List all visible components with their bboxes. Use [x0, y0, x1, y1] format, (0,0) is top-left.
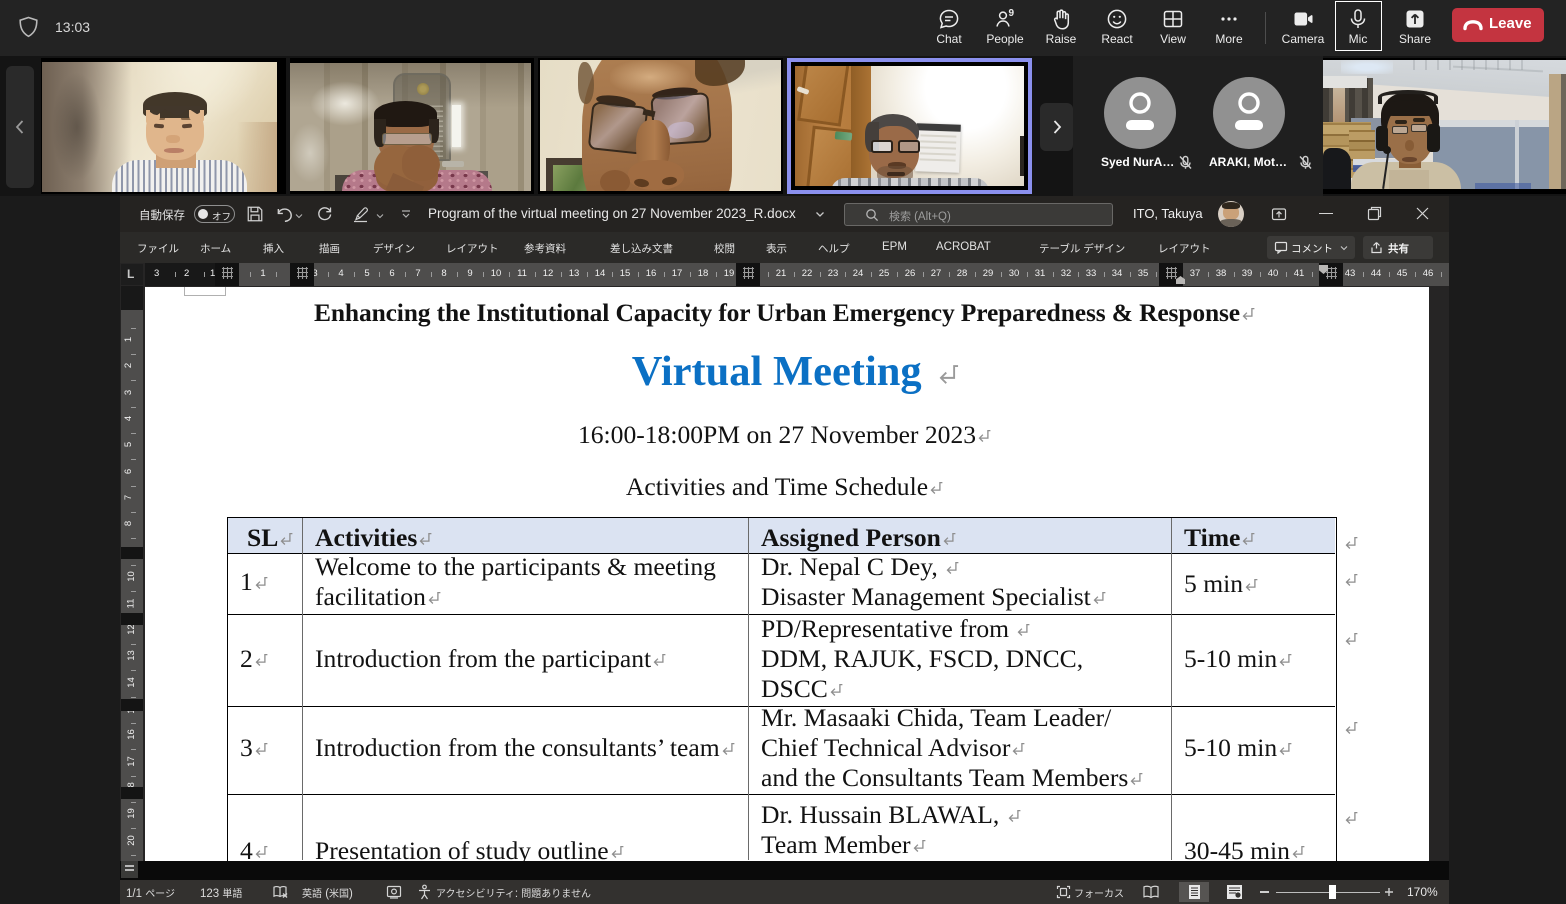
svg-text:9: 9 — [1009, 8, 1015, 19]
